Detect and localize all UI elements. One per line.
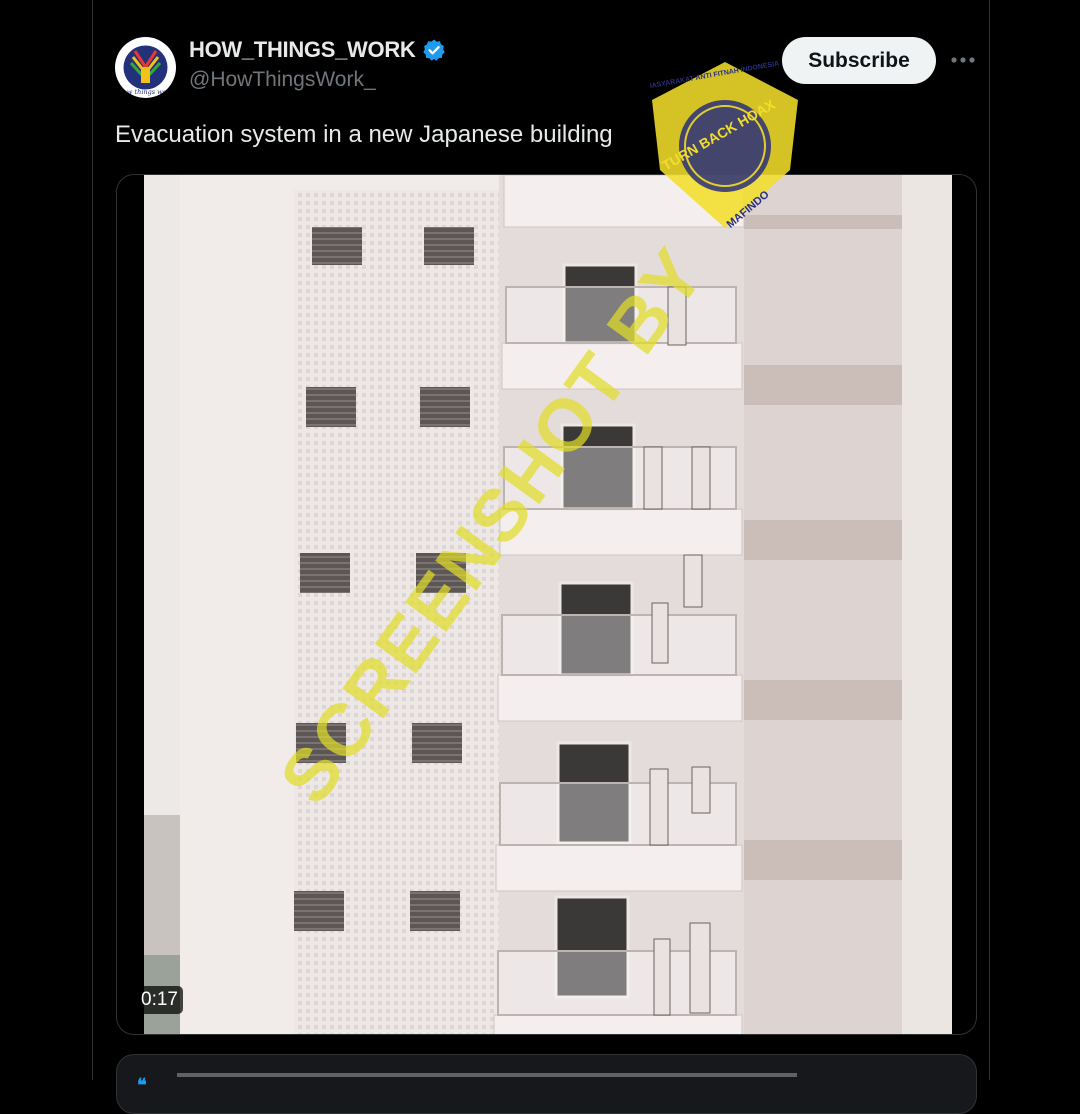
video-frame[interactable] [144, 175, 952, 1035]
author-avatar[interactable]: How things work [115, 37, 176, 98]
post-text: Evacuation system in a new Japanese buil… [115, 121, 613, 148]
next-card-icon: ❝ [137, 1075, 147, 1095]
next-card-text-placeholder [177, 1073, 797, 1083]
previous-post-remnant [192, 0, 272, 4]
author-display-name[interactable]: HOW_THINGS_WORK [189, 37, 416, 63]
ellipsis-icon [951, 57, 975, 63]
turnbackhoax-stamp-logo: TURN BACK HOAX MASYARAKAT ANTI FITNAH IN… [650, 60, 798, 230]
author-handle[interactable]: @HowThingsWork_ [189, 68, 376, 92]
next-post-card[interactable]: ❝ [116, 1054, 977, 1114]
subscribe-button[interactable]: Subscribe [782, 37, 936, 84]
verified-badge-icon [422, 39, 445, 61]
more-options-button[interactable] [948, 46, 978, 74]
video-player[interactable] [116, 174, 977, 1035]
author-name-row[interactable]: HOW_THINGS_WORK [189, 37, 446, 63]
video-duration-badge: 0:17 [136, 986, 183, 1014]
avatar-logo-icon: How things work [115, 37, 176, 98]
